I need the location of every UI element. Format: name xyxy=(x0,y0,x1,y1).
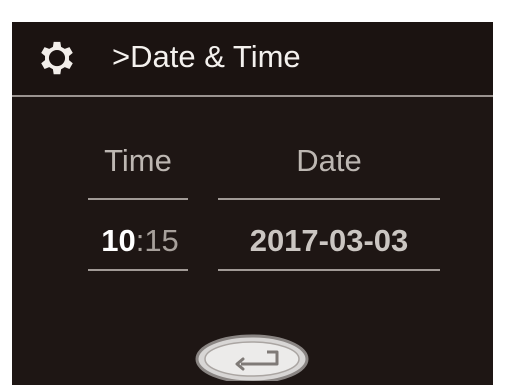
time-column-label: Time xyxy=(104,143,172,178)
time-value[interactable]: 10:15 xyxy=(88,221,192,261)
time-top-divider xyxy=(88,198,188,200)
title-bar: >Date & Time xyxy=(12,22,493,95)
back-button[interactable] xyxy=(193,323,311,384)
date-column-label: Date xyxy=(296,143,362,178)
return-arrow-icon xyxy=(195,334,309,384)
header-divider xyxy=(12,95,493,97)
page-title: >Date & Time xyxy=(112,39,301,74)
time-bottom-divider xyxy=(88,269,188,271)
date-field[interactable]: 2017-03-03 xyxy=(218,221,440,261)
time-minute-field[interactable]: 15 xyxy=(144,223,178,258)
time-hour-field[interactable]: 10 xyxy=(101,223,135,258)
date-bottom-divider xyxy=(218,269,440,271)
date-top-divider xyxy=(218,198,440,200)
gear-icon xyxy=(41,41,73,75)
